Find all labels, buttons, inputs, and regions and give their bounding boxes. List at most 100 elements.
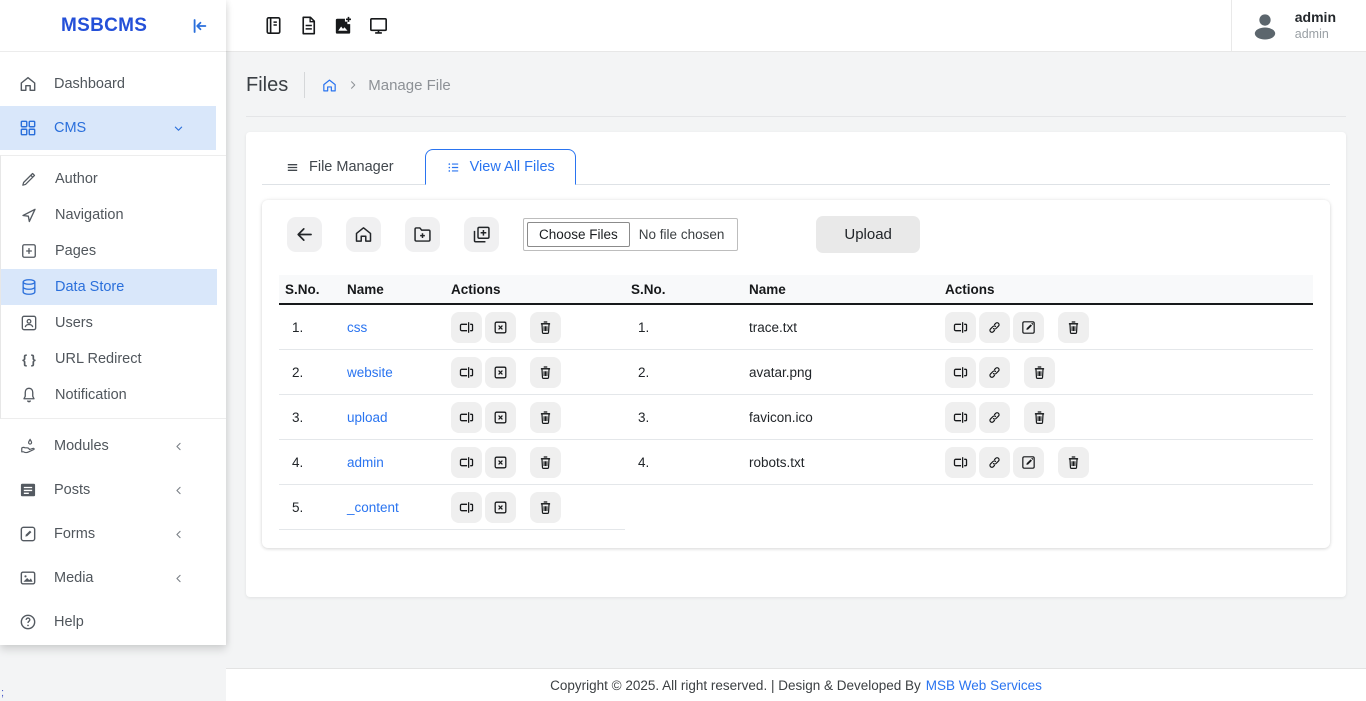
- row-sno: 4.: [625, 455, 745, 470]
- rename-button[interactable]: [945, 447, 976, 478]
- sidebar-item-label: Media: [54, 570, 94, 586]
- trash-icon: [537, 409, 554, 426]
- close-box-button[interactable]: [485, 492, 516, 523]
- file-name: trace.txt: [749, 320, 797, 335]
- sidebar-item-cms[interactable]: CMS: [0, 106, 216, 150]
- trash-button[interactable]: [1058, 447, 1089, 478]
- home-button[interactable]: [346, 217, 381, 252]
- help-icon: [18, 612, 38, 632]
- user-name: admin: [1295, 8, 1336, 26]
- sidebar-item-posts[interactable]: Posts: [0, 468, 216, 512]
- trash-button[interactable]: [1058, 312, 1089, 343]
- trash-icon: [1065, 454, 1082, 471]
- table-row: 1.trace.txt: [625, 305, 1313, 350]
- sidebar-collapse-button[interactable]: [188, 15, 210, 37]
- row-actions: [443, 447, 625, 478]
- rename-button[interactable]: [451, 357, 482, 388]
- files-card: File Manager View All Files Choose Files…: [246, 132, 1346, 597]
- rename-button[interactable]: [451, 402, 482, 433]
- table-row: 2.website: [279, 350, 625, 395]
- row-name-cell: css: [343, 320, 443, 335]
- breadcrumb-home-icon[interactable]: [321, 77, 338, 94]
- rename-button[interactable]: [945, 357, 976, 388]
- tab-bar: File Manager View All Files: [262, 149, 1330, 185]
- sidebar-item-navigation[interactable]: Navigation: [1, 197, 217, 233]
- add-files-button[interactable]: [464, 217, 499, 252]
- link-button[interactable]: [979, 447, 1010, 478]
- close-box-button[interactable]: [485, 312, 516, 343]
- trash-icon: [537, 499, 554, 516]
- link-button[interactable]: [979, 402, 1010, 433]
- trash-button[interactable]: [530, 402, 561, 433]
- add-files-icon: [471, 224, 492, 245]
- file-name: avatar.png: [749, 365, 812, 380]
- folder-name-link[interactable]: _content: [347, 500, 399, 515]
- journal-icon: [262, 14, 285, 37]
- breadcrumb-chevron-right-icon: [346, 78, 360, 92]
- navigation-icon: [19, 205, 39, 225]
- folder-name-link[interactable]: website: [347, 365, 393, 380]
- folder-name-link[interactable]: admin: [347, 455, 384, 470]
- sidebar-item-label: Posts: [54, 482, 90, 498]
- document-button[interactable]: [297, 14, 320, 37]
- tab-file-manager[interactable]: File Manager: [270, 150, 409, 184]
- breadcrumb-current: Manage File: [368, 77, 451, 94]
- sidebar-item-url-redirect[interactable]: { }URL Redirect: [1, 341, 217, 377]
- sidebar-item-help[interactable]: Help: [0, 600, 216, 644]
- row-name-cell: website: [343, 365, 443, 380]
- rename-button[interactable]: [451, 447, 482, 478]
- file-panel: Choose Files No file chosen Upload S.No.…: [262, 200, 1330, 548]
- new-folder-button[interactable]: [405, 217, 440, 252]
- folder-name-link[interactable]: css: [347, 320, 367, 335]
- user-menu[interactable]: admin admin: [1231, 0, 1366, 51]
- row-actions: [931, 357, 1313, 388]
- trash-button[interactable]: [1024, 402, 1055, 433]
- sidebar-item-forms[interactable]: Forms: [0, 512, 216, 556]
- rename-icon: [952, 364, 969, 381]
- trash-button[interactable]: [1024, 357, 1055, 388]
- add-image-button[interactable]: [332, 14, 355, 37]
- edit-button[interactable]: [1013, 312, 1044, 343]
- sidebar-item-users[interactable]: Users: [1, 305, 217, 341]
- monitor-button[interactable]: [367, 14, 390, 37]
- close-box-button[interactable]: [485, 357, 516, 388]
- tab-label: View All Files: [470, 159, 555, 175]
- sidebar-item-pages[interactable]: Pages: [1, 233, 217, 269]
- rename-button[interactable]: [451, 312, 482, 343]
- home-icon: [18, 74, 38, 94]
- edit-button[interactable]: [1013, 447, 1044, 478]
- sidebar-item-dashboard[interactable]: Dashboard: [0, 62, 216, 106]
- folder-name-link[interactable]: upload: [347, 410, 388, 425]
- sidebar-item-label: Author: [55, 171, 98, 187]
- rename-button[interactable]: [945, 312, 976, 343]
- sidebar-item-data-store[interactable]: Data Store: [1, 269, 217, 305]
- journal-button[interactable]: [262, 14, 285, 37]
- tab-view-all-files[interactable]: View All Files: [425, 149, 576, 185]
- trash-button[interactable]: [530, 447, 561, 478]
- close-box-button[interactable]: [485, 402, 516, 433]
- row-actions: [443, 492, 625, 523]
- sidebar-item-author[interactable]: Author: [1, 161, 217, 197]
- choose-files-button[interactable]: Choose Files: [527, 222, 630, 247]
- topbar: admin admin: [226, 0, 1366, 52]
- link-button[interactable]: [979, 312, 1010, 343]
- footer-link[interactable]: MSB Web Services: [926, 678, 1042, 693]
- trash-button[interactable]: [530, 312, 561, 343]
- sidebar-item-media[interactable]: Media: [0, 556, 216, 600]
- close-box-button[interactable]: [485, 447, 516, 478]
- sidebar-item-notification[interactable]: Notification: [1, 377, 217, 413]
- collapse-left-icon: [188, 15, 210, 37]
- rename-button[interactable]: [945, 402, 976, 433]
- trash-button[interactable]: [530, 357, 561, 388]
- back-button[interactable]: [287, 217, 322, 252]
- sidebar-item-modules[interactable]: Modules: [0, 424, 216, 468]
- page-head: Files Manage File: [226, 52, 1366, 108]
- trash-button[interactable]: [530, 492, 561, 523]
- link-button[interactable]: [979, 357, 1010, 388]
- toolbar-buttons: [287, 217, 523, 252]
- row-actions: [931, 402, 1313, 433]
- file-input[interactable]: Choose Files No file chosen: [523, 218, 738, 251]
- rename-button[interactable]: [451, 492, 482, 523]
- upload-button[interactable]: Upload: [816, 216, 920, 253]
- edit-icon: [1020, 454, 1037, 471]
